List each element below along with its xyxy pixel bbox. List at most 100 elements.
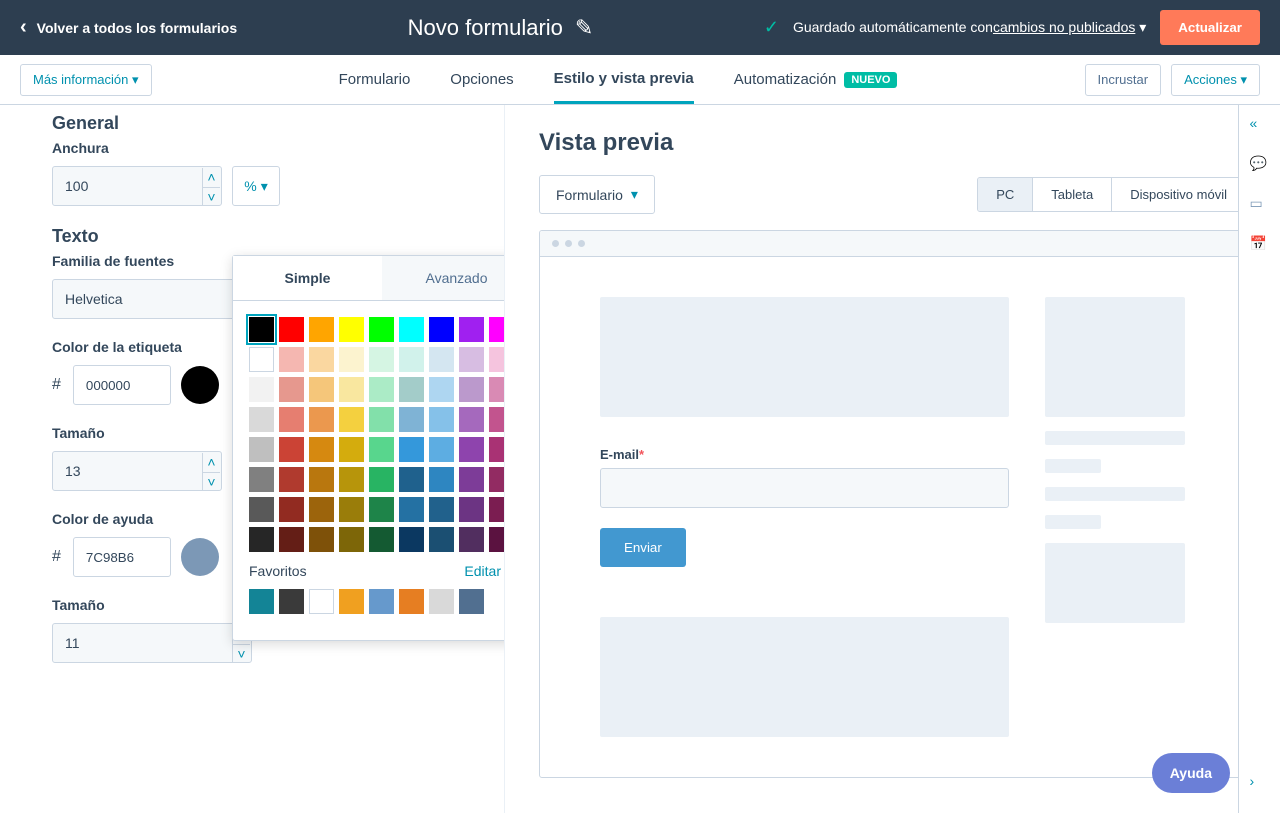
step-down[interactable]: ˅ [202, 473, 220, 492]
favorite-color-cell[interactable] [399, 589, 424, 614]
step-up[interactable]: ˄ [202, 453, 220, 473]
step-up[interactable]: ˄ [202, 168, 220, 188]
color-cell[interactable] [459, 377, 484, 402]
favorite-color-cell[interactable] [459, 589, 484, 614]
more-info-button[interactable]: Más información ▾ [20, 64, 152, 96]
color-cell[interactable] [489, 467, 505, 492]
color-cell[interactable] [459, 407, 484, 432]
email-input[interactable] [600, 468, 1009, 508]
color-cell[interactable] [249, 467, 274, 492]
color-cell[interactable] [309, 467, 334, 492]
color-cell[interactable] [459, 497, 484, 522]
autosave-status[interactable]: Guardado automáticamente concambios no p… [793, 19, 1146, 36]
color-cell[interactable] [339, 437, 364, 462]
color-cell[interactable] [429, 437, 454, 462]
step-down[interactable]: ˅ [232, 645, 250, 664]
color-cell[interactable] [249, 437, 274, 462]
picker-tab-advanced[interactable]: Avanzado [382, 256, 505, 300]
color-cell[interactable] [309, 377, 334, 402]
favorite-color-cell[interactable] [309, 589, 334, 614]
color-cell[interactable] [459, 317, 484, 342]
preview-selector[interactable]: Formulario ▾ [539, 175, 655, 214]
color-cell[interactable] [369, 347, 394, 372]
label-color-input[interactable] [73, 365, 171, 405]
tab-automatizacion[interactable]: Automatización NUEVO [734, 56, 898, 104]
color-cell[interactable] [489, 317, 505, 342]
embed-button[interactable]: Incrustar [1085, 64, 1162, 96]
width-unit-select[interactable]: %▾ [232, 166, 280, 206]
chat-icon[interactable]: 💬 [1250, 155, 1270, 175]
color-cell[interactable] [279, 497, 304, 522]
color-cell[interactable] [369, 407, 394, 432]
step-down[interactable]: ˅ [202, 188, 220, 207]
color-cell[interactable] [339, 497, 364, 522]
color-cell[interactable] [399, 347, 424, 372]
color-cell[interactable] [489, 437, 505, 462]
favorite-color-cell[interactable] [249, 589, 274, 614]
font-family-select[interactable]: Helvetica [52, 279, 252, 319]
help-color-swatch[interactable] [181, 538, 219, 576]
color-cell[interactable] [279, 377, 304, 402]
color-cell[interactable] [369, 317, 394, 342]
color-cell[interactable] [399, 467, 424, 492]
color-cell[interactable] [429, 497, 454, 522]
color-cell[interactable] [279, 317, 304, 342]
favorite-color-cell[interactable] [429, 589, 454, 614]
color-cell[interactable] [399, 527, 424, 552]
color-cell[interactable] [339, 347, 364, 372]
color-cell[interactable] [249, 497, 274, 522]
color-cell[interactable] [429, 377, 454, 402]
color-cell[interactable] [339, 527, 364, 552]
color-cell[interactable] [309, 497, 334, 522]
color-cell[interactable] [489, 407, 505, 432]
window-icon[interactable]: ▭ [1250, 195, 1270, 215]
color-cell[interactable] [279, 347, 304, 372]
color-cell[interactable] [309, 347, 334, 372]
color-cell[interactable] [279, 407, 304, 432]
color-cell[interactable] [369, 437, 394, 462]
color-cell[interactable] [339, 377, 364, 402]
favorite-color-cell[interactable] [339, 589, 364, 614]
picker-tab-simple[interactable]: Simple [233, 256, 382, 300]
color-cell[interactable] [279, 527, 304, 552]
color-cell[interactable] [249, 317, 274, 342]
color-cell[interactable] [369, 497, 394, 522]
color-cell[interactable] [489, 527, 505, 552]
calendar-icon[interactable]: 📅 [1250, 235, 1270, 255]
color-cell[interactable] [279, 437, 304, 462]
chevron-right-icon[interactable]: › [1250, 773, 1270, 793]
color-cell[interactable] [369, 527, 394, 552]
size1-input[interactable]: 13 ˄˅ [52, 451, 222, 491]
color-cell[interactable] [459, 467, 484, 492]
size2-input[interactable]: 11 ˄˅ [52, 623, 252, 663]
tab-opciones[interactable]: Opciones [450, 56, 513, 104]
help-button[interactable]: Ayuda [1152, 753, 1230, 793]
tab-formulario[interactable]: Formulario [339, 56, 411, 104]
color-cell[interactable] [369, 467, 394, 492]
color-cell[interactable] [399, 437, 424, 462]
color-cell[interactable] [369, 377, 394, 402]
tab-estilo[interactable]: Estilo y vista previa [554, 56, 694, 104]
width-input[interactable]: 100 ˄˅ [52, 166, 222, 206]
color-cell[interactable] [339, 467, 364, 492]
color-cell[interactable] [399, 377, 424, 402]
favorites-edit-link[interactable]: Editar ⧉ [464, 562, 505, 579]
color-cell[interactable] [459, 347, 484, 372]
actions-button[interactable]: Acciones ▾ [1171, 64, 1260, 96]
color-cell[interactable] [489, 347, 505, 372]
color-cell[interactable] [399, 317, 424, 342]
color-cell[interactable] [429, 347, 454, 372]
color-cell[interactable] [399, 497, 424, 522]
color-cell[interactable] [309, 527, 334, 552]
color-cell[interactable] [459, 437, 484, 462]
update-button[interactable]: Actualizar [1160, 10, 1260, 45]
color-cell[interactable] [429, 467, 454, 492]
color-cell[interactable] [489, 497, 505, 522]
color-cell[interactable] [459, 527, 484, 552]
color-cell[interactable] [339, 317, 364, 342]
color-cell[interactable] [429, 407, 454, 432]
color-cell[interactable] [249, 407, 274, 432]
color-cell[interactable] [309, 407, 334, 432]
edit-icon[interactable]: ✎ [575, 15, 593, 41]
color-cell[interactable] [249, 527, 274, 552]
